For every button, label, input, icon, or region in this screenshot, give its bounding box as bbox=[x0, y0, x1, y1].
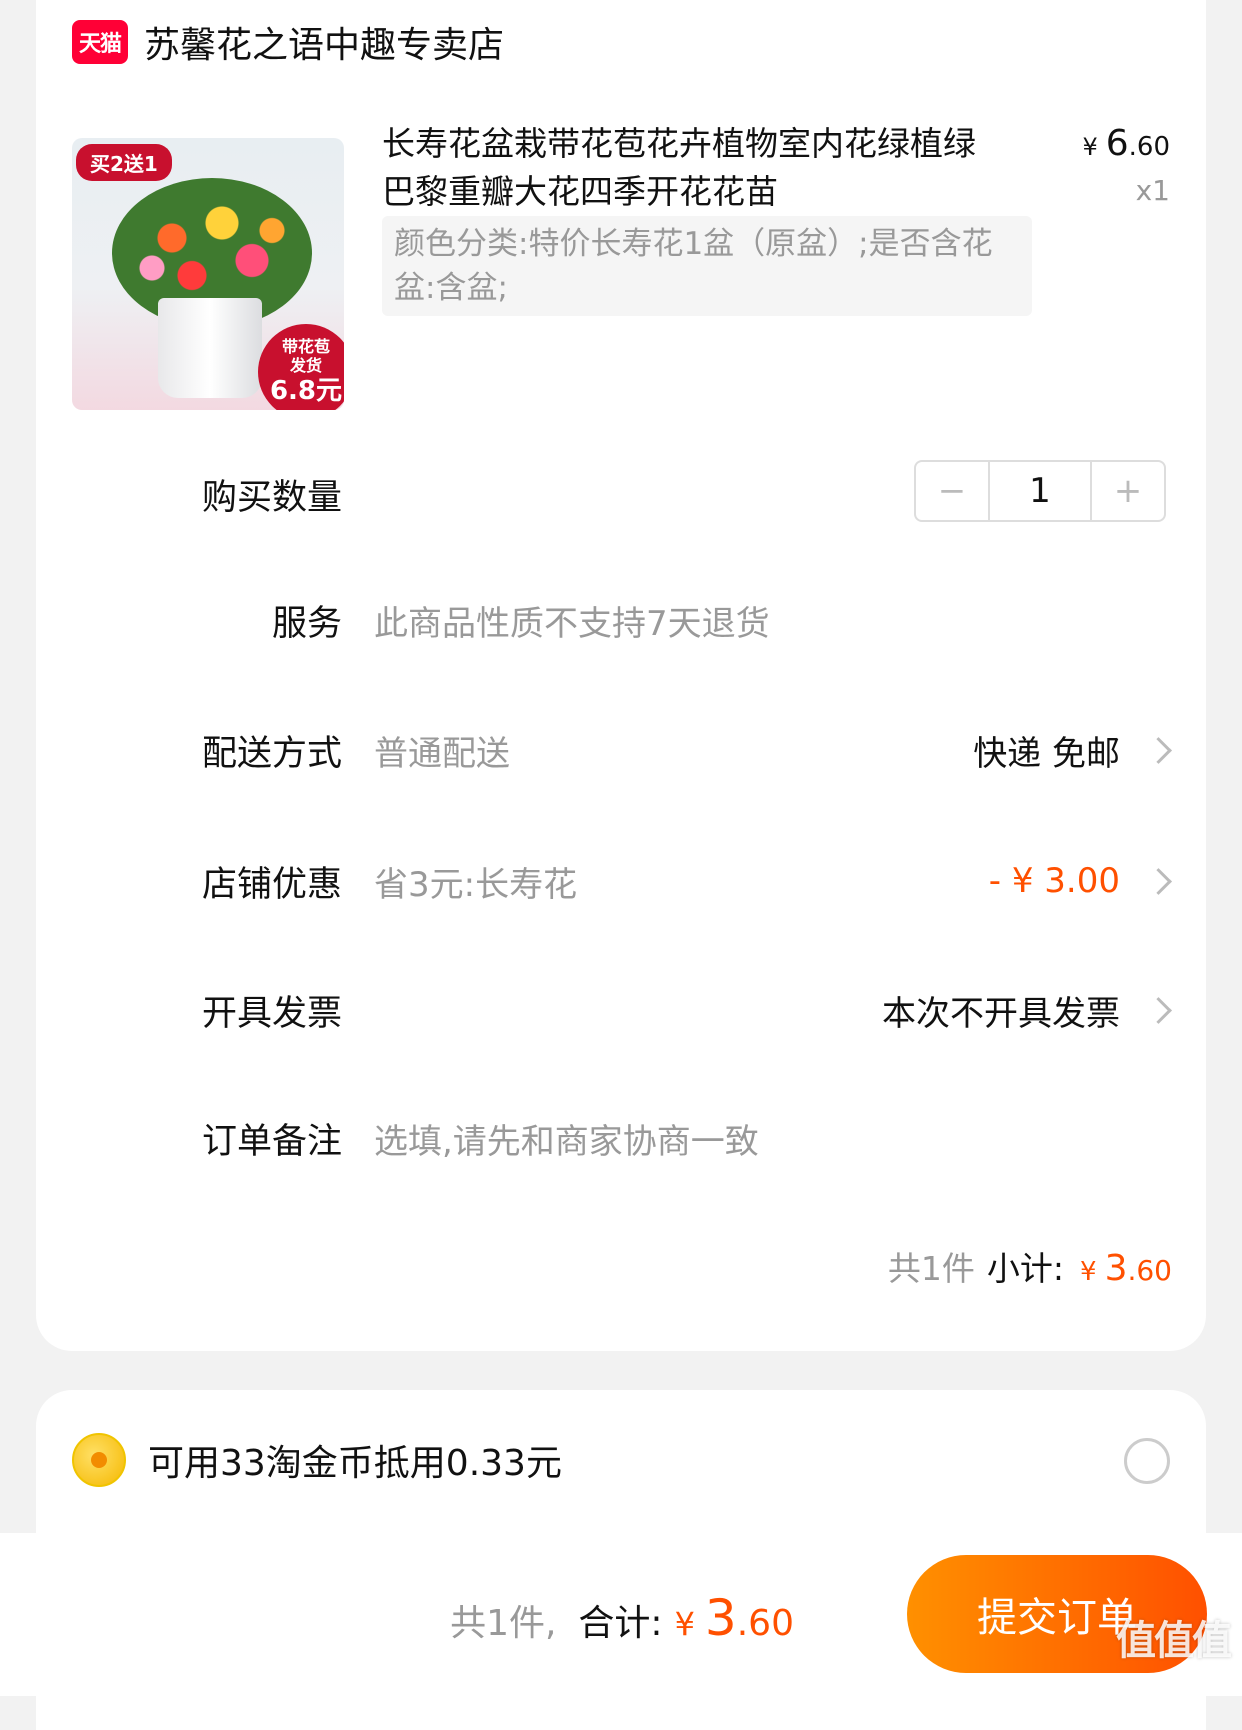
delivery-label: 配送方式 bbox=[201, 733, 342, 774]
invoice-value[interactable]: 本次不开具发票 bbox=[882, 986, 1120, 1035]
discount-row[interactable]: 店铺优惠 省3元:长寿花 - ¥ 3.00 bbox=[36, 851, 1206, 911]
watermark-url: zhizhizhi.com bbox=[1119, 1671, 1228, 1690]
bottom-bar: 共1件, 合计: ¥3.60 提交订单 值值值 zhizhizhi.com bbox=[0, 1533, 1242, 1696]
discount-amount[interactable]: - ¥ 3.00 bbox=[989, 861, 1120, 901]
price-int: 6 bbox=[1105, 123, 1129, 164]
watermark: 值值值 bbox=[1116, 1618, 1232, 1664]
discount-value: 省3元:长寿花 bbox=[374, 864, 578, 905]
discount-label: 店铺优惠 bbox=[201, 864, 342, 905]
increment-button[interactable]: + bbox=[1092, 462, 1164, 520]
coins-text: 可用33淘金币抵用0.33元 bbox=[148, 1443, 562, 1484]
decrement-button[interactable]: − bbox=[916, 462, 988, 520]
price-dec: .60 bbox=[1128, 132, 1170, 162]
invoice-label: 开具发票 bbox=[201, 993, 342, 1034]
subtotal-amount: ¥3.60 bbox=[1080, 1248, 1172, 1289]
shop-name[interactable]: 苏馨花之语中趣专卖店 bbox=[144, 16, 504, 68]
quantity-value[interactable]: 1 bbox=[988, 462, 1092, 520]
quantity-row: 购买数量 − 1 + bbox=[36, 460, 1206, 524]
quantity-stepper: − 1 + bbox=[914, 460, 1166, 522]
product-price: ¥6.60 x1 bbox=[1082, 120, 1170, 211]
chevron-right-icon[interactable] bbox=[1145, 996, 1172, 1024]
price-badge: 带花苞 发货 6.8元 bbox=[258, 324, 344, 410]
note-row: 订单备注 选填,请先和商家协商一致 bbox=[36, 1108, 1206, 1168]
chevron-right-icon[interactable] bbox=[1145, 867, 1172, 895]
total-count: 共1件, bbox=[450, 1603, 557, 1644]
currency-symbol: ¥ bbox=[1082, 133, 1098, 161]
pot-illustration bbox=[158, 298, 262, 398]
coin-icon bbox=[72, 1433, 126, 1487]
total-amount: ¥3.60 bbox=[674, 1589, 794, 1647]
shop-header[interactable]: 天猫 苏馨花之语中趣专卖店 bbox=[72, 12, 504, 72]
product-title[interactable]: 长寿花盆栽带花苞花卉植物室内花绿植绿巴黎重瓣大花四季开花花苗 bbox=[382, 120, 982, 216]
coins-row: 可用33淘金币抵用0.33元 bbox=[72, 1430, 562, 1490]
service-row: 服务 此商品性质不支持7天退货 bbox=[36, 590, 1206, 650]
service-label: 服务 bbox=[271, 603, 342, 644]
order-card: 天猫 苏馨花之语中趣专卖店 买2送1 带花苞 发货 6.8元 长寿花盆栽带花苞花… bbox=[36, 0, 1206, 1351]
delivery-row[interactable]: 配送方式 普通配送 快递 免邮 bbox=[36, 720, 1206, 780]
subtotal-count: 共1件 bbox=[887, 1249, 975, 1288]
delivery-value: 普通配送 bbox=[374, 733, 510, 774]
product-quantity: x1 bbox=[1135, 174, 1170, 207]
total-label: 合计: bbox=[578, 1603, 663, 1644]
note-label: 订单备注 bbox=[201, 1121, 342, 1162]
tmall-logo: 天猫 bbox=[72, 20, 128, 64]
invoice-row[interactable]: 开具发票 本次不开具发票 bbox=[36, 980, 1206, 1040]
product-image[interactable]: 买2送1 带花苞 发货 6.8元 bbox=[72, 138, 344, 410]
chevron-right-icon[interactable] bbox=[1145, 736, 1172, 764]
subtotal-label: 小计: bbox=[986, 1249, 1065, 1288]
note-input[interactable]: 选填,请先和商家协商一致 bbox=[374, 1114, 759, 1163]
promo-badge: 买2送1 bbox=[76, 144, 172, 181]
subtotal: 共1件 小计: ¥3.60 bbox=[888, 1242, 1172, 1290]
delivery-method[interactable]: 快递 免邮 bbox=[973, 726, 1120, 775]
quantity-label: 购买数量 bbox=[201, 477, 342, 518]
sku-info[interactable]: 颜色分类:特价长寿花1盆（原盆）;是否含花盆:含盆; bbox=[382, 216, 1032, 316]
order-total: 共1件, 合计: ¥3.60 bbox=[450, 1589, 794, 1647]
service-value: 此商品性质不支持7天退货 bbox=[374, 603, 770, 644]
coins-radio[interactable] bbox=[1124, 1438, 1170, 1484]
